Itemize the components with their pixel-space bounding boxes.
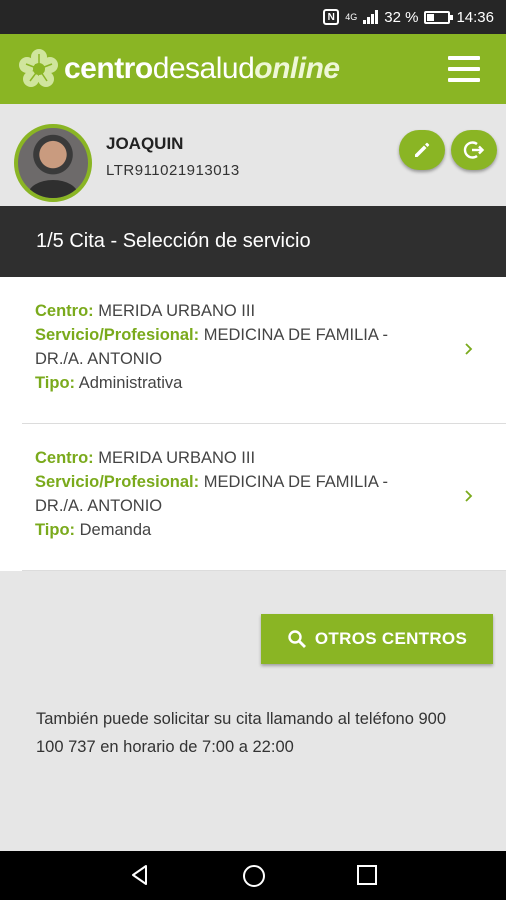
tipo-label: Tipo: [35, 521, 76, 539]
section-title: 1/5 Cita - Selección de servicio [0, 206, 506, 277]
divider [22, 570, 506, 571]
service-list: Centro: MERIDA URBANO III Servicio/Profe… [0, 277, 506, 571]
profile-section: JOAQUIN LTR911021913013 [0, 104, 506, 206]
profile-name: JOAQUIN [106, 134, 184, 153]
signal-icon [363, 10, 379, 24]
centro-label: Centro: [35, 302, 94, 320]
service-details: Centro: MERIDA URBANO III Servicio/Profe… [35, 299, 435, 395]
app-logo: centrodesaludonline [64, 52, 340, 86]
status-bar: N 4G 32 % 14:36 [0, 0, 506, 34]
avatar [14, 124, 92, 202]
pencil-icon [415, 142, 430, 157]
logo-flower-icon [18, 48, 60, 90]
hamburger-menu-icon[interactable] [448, 56, 480, 82]
service-option-1[interactable]: Centro: MERIDA URBANO III Servicio/Profe… [0, 277, 506, 424]
edit-profile-button[interactable] [399, 130, 445, 170]
service-option-2[interactable]: Centro: MERIDA URBANO III Servicio/Profe… [0, 424, 506, 571]
search-icon [288, 630, 306, 648]
servicio-label: Servicio/Profesional: [35, 473, 200, 491]
logout-button[interactable] [451, 130, 497, 170]
otros-centros-label: OTROS CENTROS [314, 629, 468, 648]
system-nav-bar [0, 851, 506, 900]
service-details: Centro: MERIDA URBANO III Servicio/Profe… [35, 446, 435, 542]
recents-icon[interactable] [355, 863, 379, 887]
network-type: 4G [345, 12, 358, 22]
tipo-label: Tipo: [35, 374, 76, 392]
back-icon[interactable] [128, 863, 152, 887]
logo-text-online: online [254, 52, 340, 85]
clock: 14:36 [456, 8, 494, 26]
servicio-label: Servicio/Profesional: [35, 326, 200, 344]
chevron-right-icon [465, 490, 473, 502]
otros-centros-button[interactable]: OTROS CENTROS [261, 614, 493, 664]
centro-value: MERIDA URBANO III [98, 449, 256, 467]
tipo-value: Demanda [79, 521, 152, 539]
app-header: centrodesaludonline [0, 34, 506, 104]
chevron-right-icon [465, 343, 473, 355]
centro-label: Centro: [35, 449, 94, 467]
logo-text-centro: centro [64, 52, 153, 85]
tipo-value: Administrativa [78, 374, 183, 392]
logo-text-desalud: desalud [152, 52, 255, 85]
profile-code: LTR911021913013 [106, 162, 240, 179]
centro-value: MERIDA URBANO III [98, 302, 256, 320]
phone-info-text: También puede solicitar su cita llamando… [36, 710, 447, 756]
home-icon[interactable] [241, 863, 267, 889]
battery-percent: 32 % [384, 8, 419, 26]
logout-icon [463, 141, 485, 159]
nfc-icon: N [323, 9, 340, 25]
battery-icon [424, 10, 454, 24]
